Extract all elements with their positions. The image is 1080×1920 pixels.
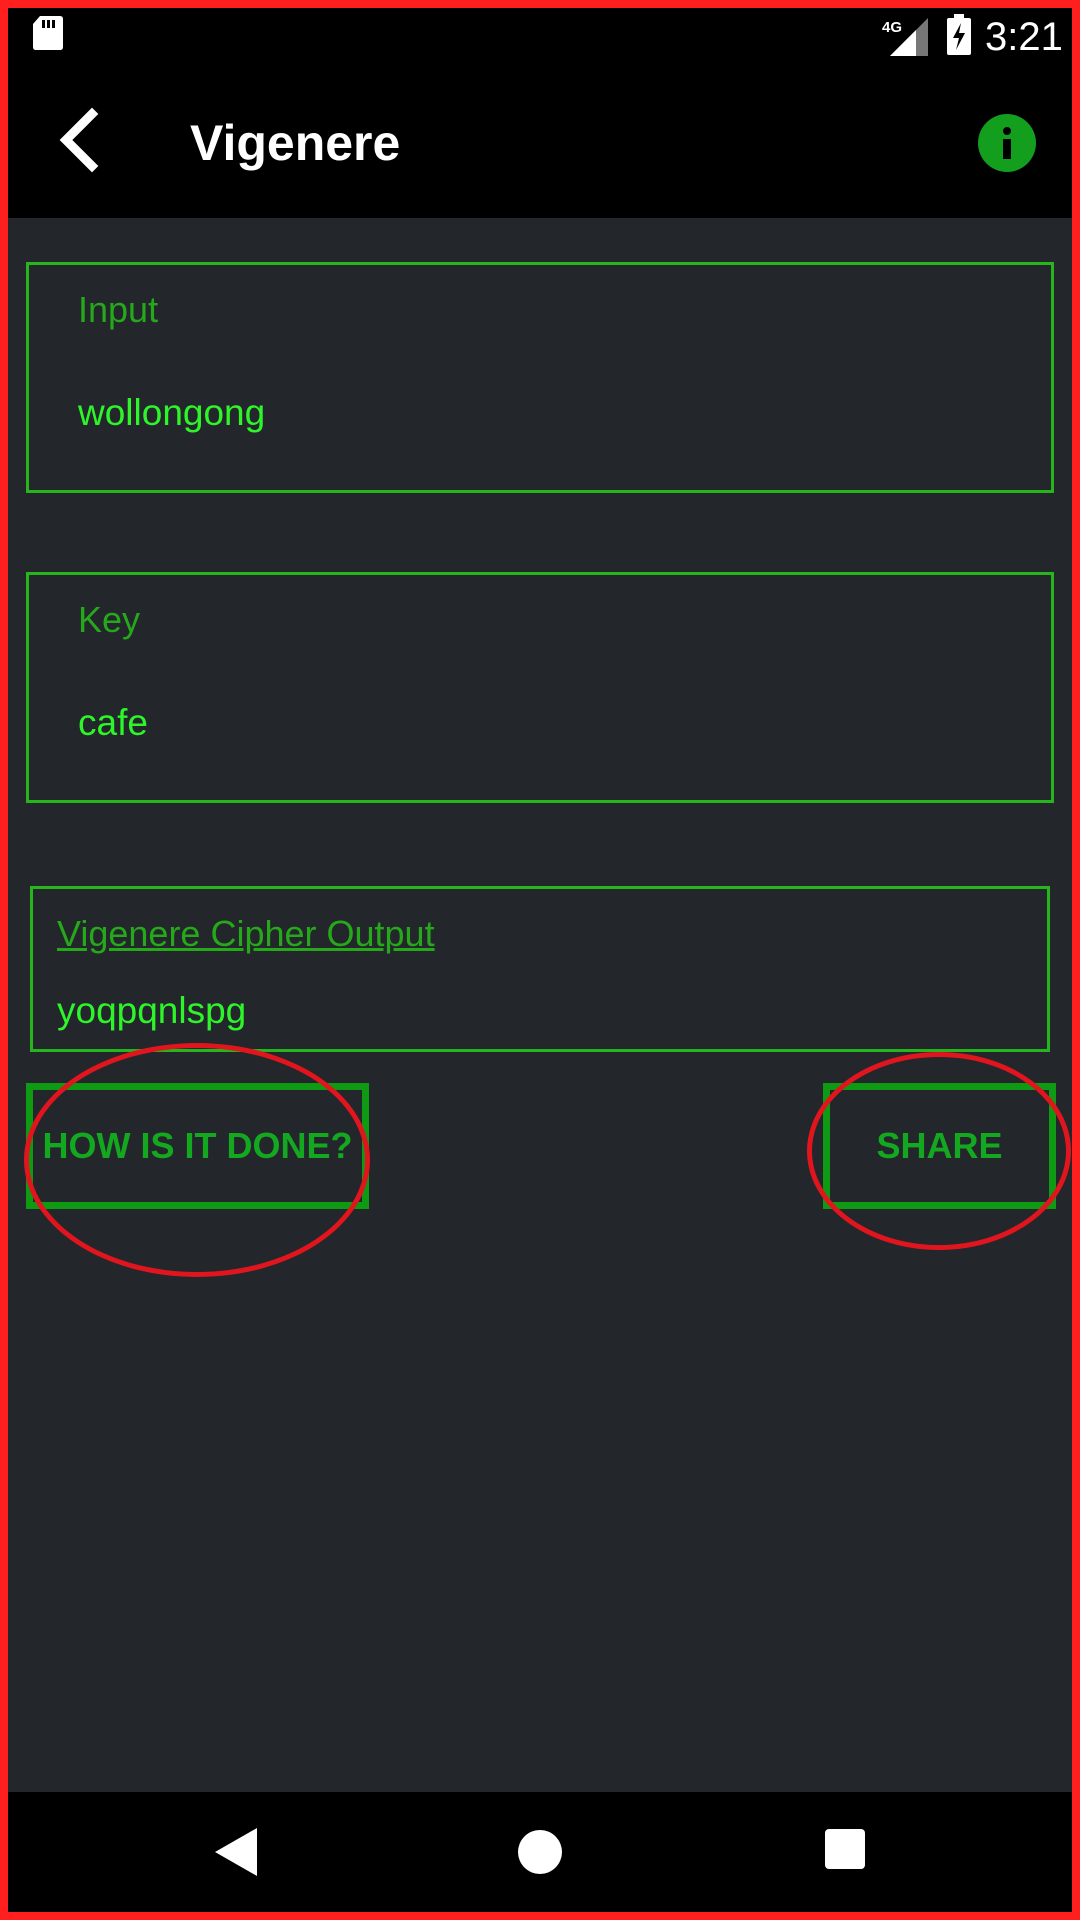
output-field: Vigenere Cipher Output yoqpqnlspg xyxy=(30,886,1050,1052)
how-is-it-done-button[interactable]: HOW IS IT DONE? xyxy=(26,1083,369,1209)
input-label: Input xyxy=(78,289,159,330)
key-value[interactable]: cafe xyxy=(78,701,148,745)
input-value[interactable]: wollongong xyxy=(78,391,265,435)
status-bar: 4G 3:21 xyxy=(8,8,1072,66)
sd-card-icon xyxy=(33,16,63,50)
key-field[interactable]: Key cafe xyxy=(26,572,1054,803)
chevron-left-icon[interactable] xyxy=(44,104,116,176)
page-title: Vigenere xyxy=(190,115,401,171)
output-label: Vigenere Cipher Output xyxy=(57,913,435,954)
status-time: 3:21 xyxy=(985,15,1063,59)
network-label: 4G xyxy=(882,19,902,36)
key-label: Key xyxy=(78,599,141,640)
signal-icon: 4G xyxy=(882,18,928,56)
nav-back-icon[interactable] xyxy=(215,1828,257,1876)
app-bar: Vigenere xyxy=(8,66,1072,218)
output-value: yoqpqnlspg xyxy=(57,990,247,1031)
input-field[interactable]: Input wollongong xyxy=(26,262,1054,493)
nav-home-icon[interactable] xyxy=(518,1830,562,1874)
nav-bar xyxy=(8,1792,1072,1912)
nav-recents-icon[interactable] xyxy=(825,1829,865,1869)
info-icon[interactable] xyxy=(978,114,1036,172)
app-screen: 4G 3:21 Vigenere Input wollongong Key ca… xyxy=(8,8,1072,1912)
share-button[interactable]: SHARE xyxy=(823,1083,1056,1209)
battery-charging-icon xyxy=(947,14,971,55)
